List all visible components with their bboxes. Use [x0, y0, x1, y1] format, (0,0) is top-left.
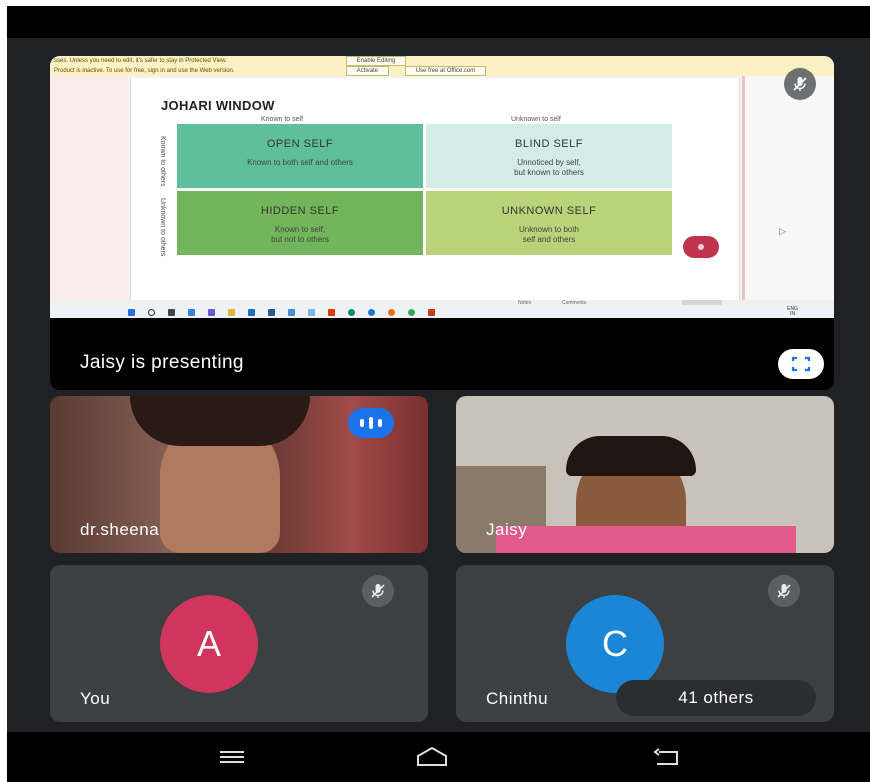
cell-title: UNKNOWN SELF — [501, 205, 597, 217]
enable-editing-button: Enable Editing — [345, 56, 407, 66]
view-buttons — [682, 300, 722, 305]
protected-view-bar: sses. Unless you need to edit, it's safe… — [50, 56, 834, 66]
activate-button: Activate — [345, 66, 390, 76]
mouse-cursor-icon: ▷ — [779, 226, 786, 236]
home-button[interactable] — [412, 744, 452, 770]
col-header-unknown: Unknown to self — [511, 116, 561, 123]
cell-title: OPEN SELF — [266, 138, 334, 150]
slide-right-pane: ▷ — [742, 76, 834, 300]
participant-video-clothes — [496, 526, 796, 553]
explorer-icon — [228, 309, 235, 316]
slide-title: JOHARI WINDOW — [161, 98, 275, 113]
others-count-chip[interactable]: 41 others — [616, 680, 816, 716]
participant-tile-jaisy[interactable]: Jaisy — [456, 396, 834, 553]
cell-subtitle: Known to self, but not to others — [177, 225, 423, 245]
participant-name: You — [80, 689, 111, 708]
firefox-icon — [388, 309, 395, 316]
cell-subtitle: Unnoticed by self, but known to others — [426, 158, 672, 178]
chrome-icon — [408, 309, 415, 316]
cell-subtitle-line: Unknown to both — [518, 225, 580, 234]
presenting-label: Jaisy is presenting — [80, 352, 244, 373]
store-icon — [248, 309, 255, 316]
fullscreen-button[interactable] — [778, 349, 824, 379]
participant-name: Jaisy — [486, 520, 528, 539]
photos-icon — [308, 309, 315, 316]
cell-title: BLIND SELF — [515, 138, 583, 150]
search-icon — [148, 309, 155, 316]
cell-subtitle-line: Unnoticed by self, — [517, 158, 581, 167]
cell-subtitle-line: but not to others — [271, 235, 329, 244]
cell-subtitle: Known to both self and others — [247, 158, 353, 167]
chat-icon — [208, 309, 215, 316]
avatar: A — [160, 595, 258, 693]
avatar: C — [566, 595, 664, 693]
mail-icon — [288, 309, 295, 316]
status-bar — [7, 6, 870, 38]
participant-tile-chinthu[interactable]: C Chinthu 41 others — [456, 565, 834, 722]
shared-screen: sses. Unless you need to edit, it's safe… — [50, 56, 834, 318]
participant-name: Chinthu — [486, 689, 549, 708]
col-header-known: Known to self — [261, 116, 304, 123]
edge-icon — [348, 309, 355, 316]
hidden-self-cell: HIDDEN SELF Known to self, but not to ot… — [177, 191, 423, 255]
participant-tile-you[interactable]: A You — [50, 565, 428, 722]
blind-self-cell: BLIND SELF Unnoticed by self, but known … — [426, 124, 672, 188]
cell-subtitle-line: but known to others — [514, 168, 584, 177]
open-self-cell: OPEN SELF Known to both self and others — [177, 124, 423, 188]
home-icon — [417, 746, 447, 766]
use-free-button: Use free at Office.com — [404, 66, 487, 76]
presentation-tile[interactable]: sses. Unless you need to edit, it's safe… — [50, 56, 834, 390]
browser-icon — [368, 309, 375, 316]
cell-subtitle: Unknown to both self and others — [426, 225, 672, 245]
mic-off-icon — [784, 68, 816, 100]
powerpoint-icon — [428, 309, 435, 316]
taskview-icon — [168, 309, 175, 316]
cell-subtitle-line: Known to self, — [274, 225, 326, 234]
slide-record-icon — [683, 236, 719, 258]
mic-off-icon — [768, 575, 800, 607]
back-button[interactable] — [647, 744, 687, 770]
menu-button[interactable] — [212, 744, 252, 770]
menu-icon — [220, 751, 244, 763]
participant-video-hair — [566, 436, 696, 476]
row-header-known: Known to others — [159, 136, 166, 187]
back-icon — [653, 748, 678, 765]
inactive-product-message: Product is inactive. To use for free, si… — [54, 68, 235, 74]
protected-view-message: sses. Unless you need to edit, it's safe… — [54, 58, 227, 64]
cell-subtitle-line: self and others — [522, 235, 576, 244]
participant-name: dr.sheena — [80, 520, 160, 539]
cell-title: HIDDEN SELF — [260, 205, 340, 217]
participant-video-hair — [130, 396, 310, 446]
inactive-product-bar: Product is inactive. To use for free, si… — [50, 66, 834, 76]
app-icon — [268, 309, 275, 316]
start-icon — [128, 309, 135, 316]
participant-tile-sheena[interactable]: dr.sheena — [50, 396, 428, 553]
speaking-indicator-icon — [348, 408, 394, 438]
windows-taskbar: ENG IN — [50, 306, 834, 318]
widgets-icon — [188, 309, 195, 316]
fullscreen-icon — [791, 356, 811, 372]
meet-screen: sses. Unless you need to edit, it's safe… — [7, 6, 870, 782]
slide-left-margin — [50, 76, 130, 300]
johari-slide: JOHARI WINDOW Known to self Unknown to s… — [130, 78, 740, 300]
unknown-self-cell: UNKNOWN SELF Unknown to both self and ot… — [426, 191, 672, 255]
row-header-unknown: Unknown to others — [159, 198, 166, 257]
office-icon — [328, 309, 335, 316]
navigation-bar — [7, 732, 870, 782]
tray-language: ENG IN — [787, 307, 798, 317]
tray-lang-line: IN — [790, 311, 796, 317]
mic-off-icon — [362, 575, 394, 607]
